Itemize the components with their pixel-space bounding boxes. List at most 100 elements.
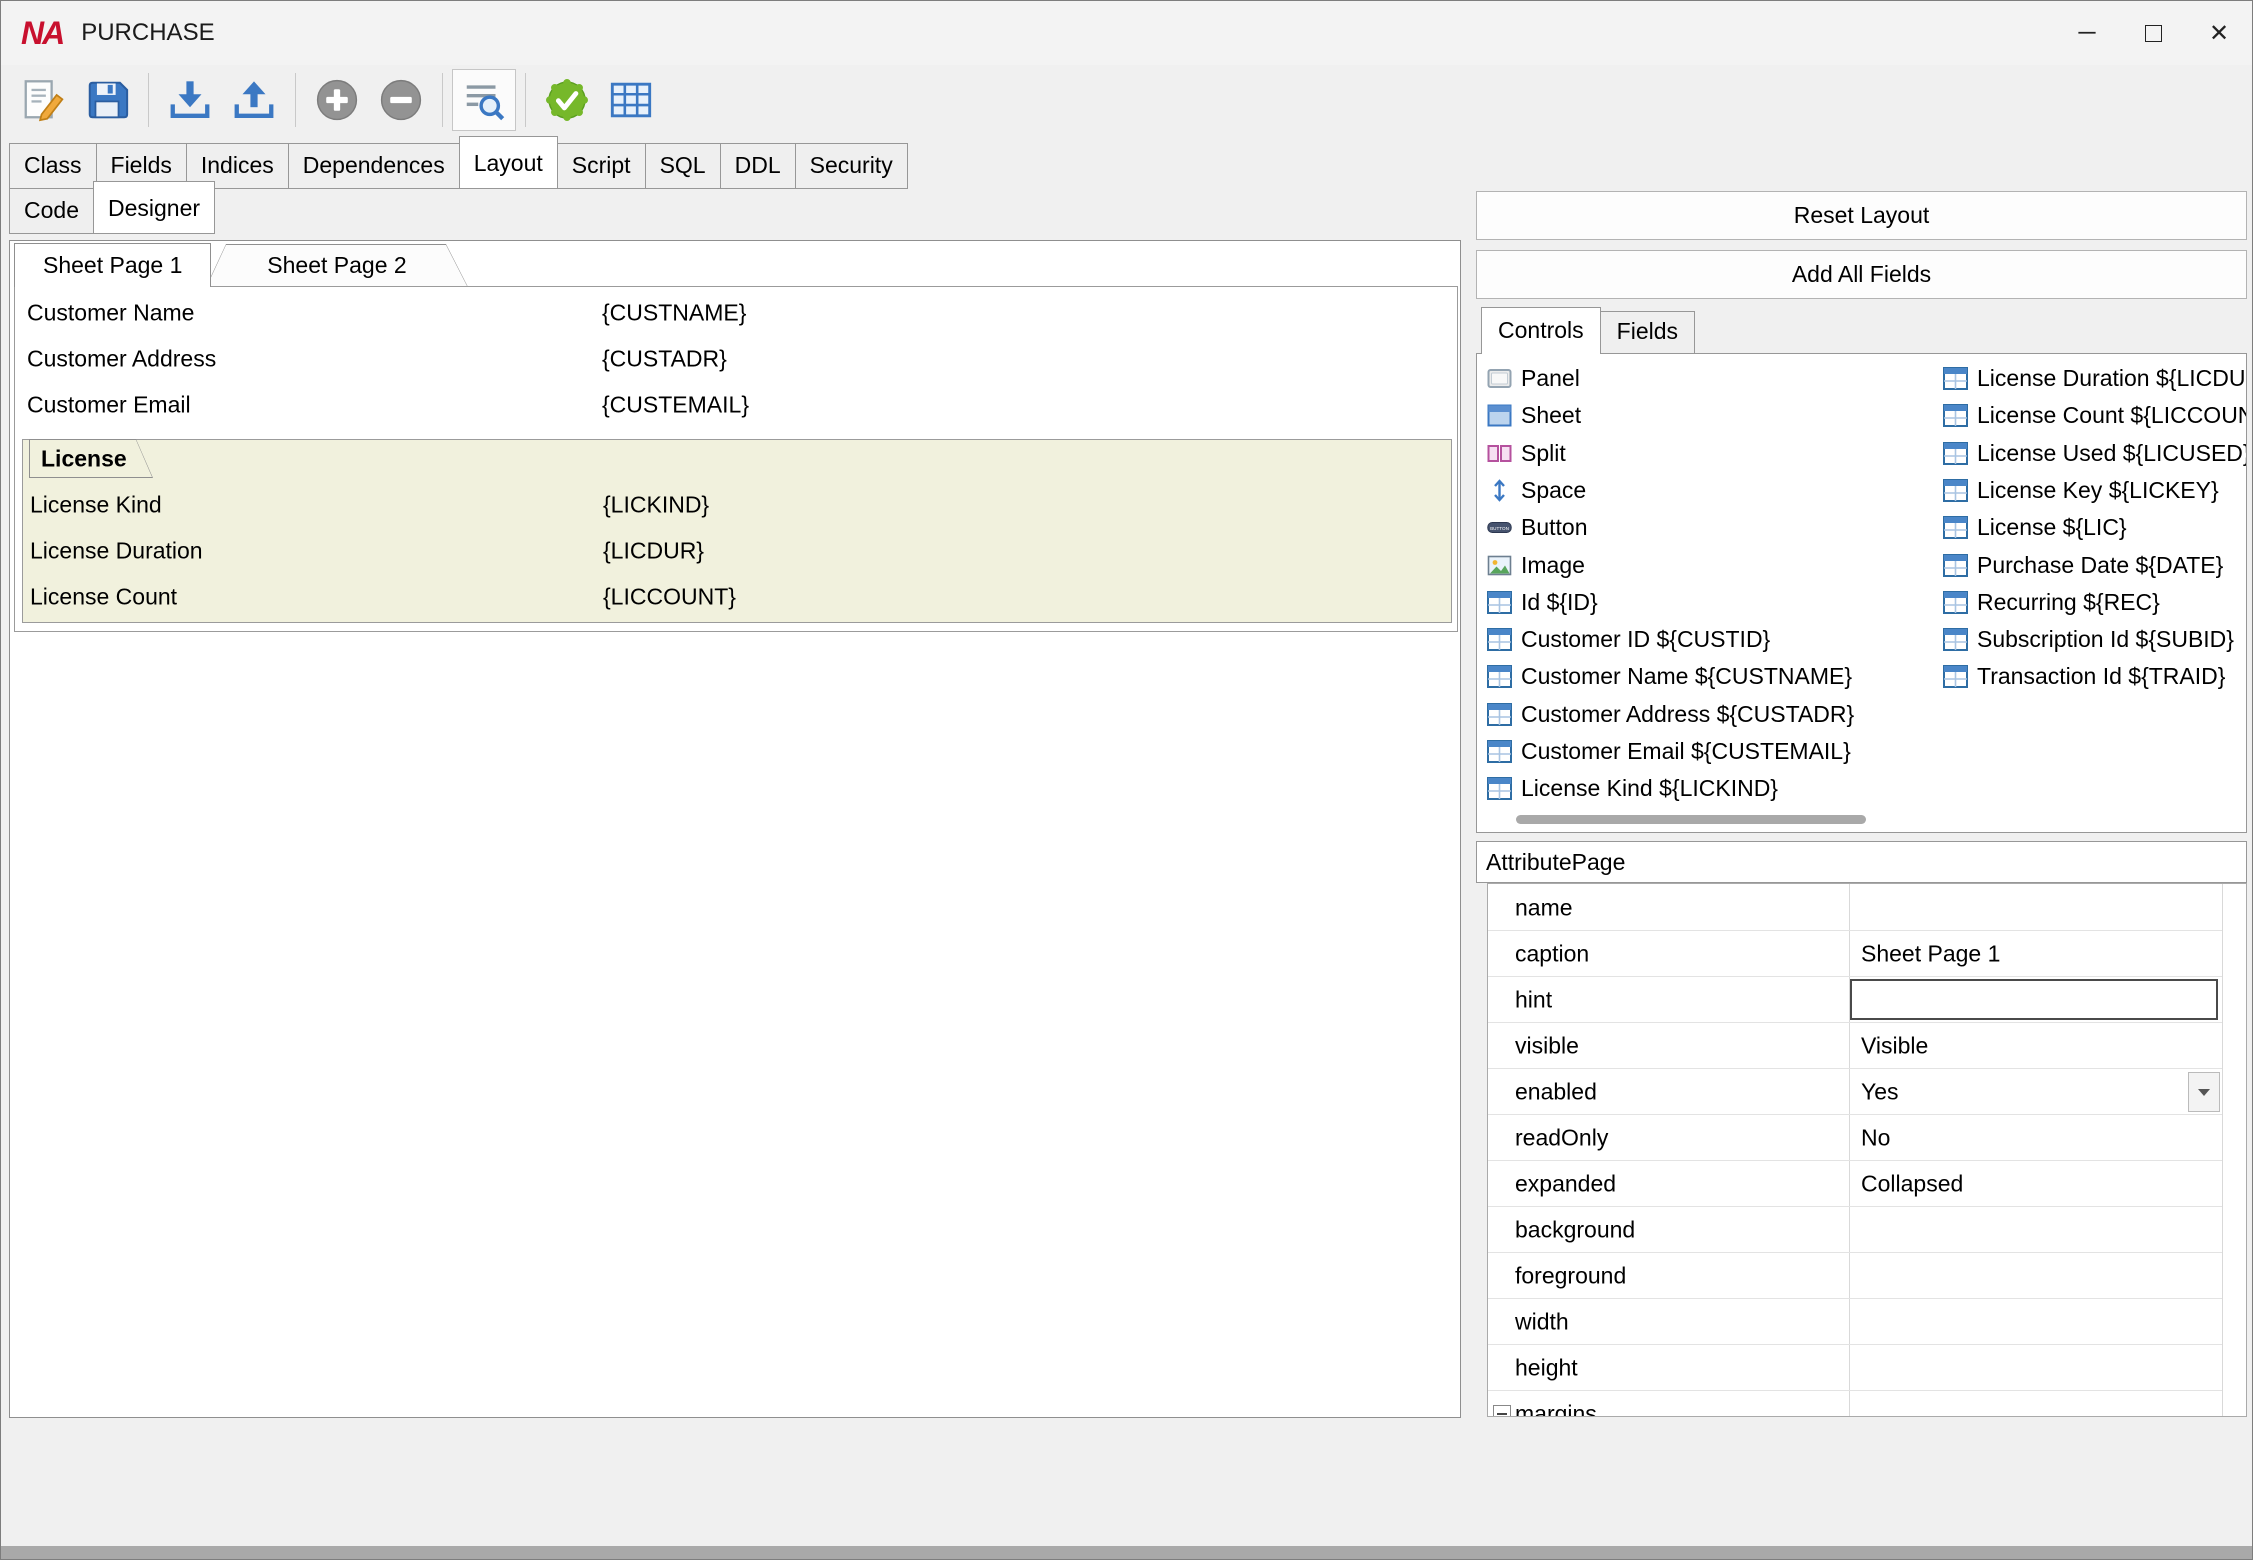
prop-value[interactable]: Visible bbox=[1861, 1032, 1928, 1059]
prop-row-background[interactable]: background bbox=[1488, 1207, 2222, 1253]
tab-script[interactable]: Script bbox=[557, 143, 646, 189]
field-customer-id[interactable]: Customer ID ${CUSTID} bbox=[1487, 621, 1770, 658]
designer-field-row[interactable]: License Kind {LICKIND} bbox=[23, 482, 1451, 528]
tab-code[interactable]: Code bbox=[9, 188, 94, 234]
controls-horizontal-scrollbar[interactable] bbox=[1516, 815, 1866, 824]
toolbar-separator bbox=[525, 73, 526, 127]
control-image[interactable]: Image bbox=[1487, 547, 1585, 584]
prop-row-name[interactable]: name bbox=[1488, 885, 2222, 931]
prop-name: caption bbox=[1515, 940, 1589, 967]
panel-icon bbox=[1487, 367, 1512, 390]
field-license[interactable]: License ${LIC} bbox=[1943, 509, 2127, 546]
control-sheet[interactable]: Sheet bbox=[1487, 397, 1581, 434]
field-license-key[interactable]: License Key ${LICKEY} bbox=[1943, 472, 2219, 509]
designer-field-row[interactable]: License Duration {LICDUR} bbox=[23, 528, 1451, 574]
collapse-expander-icon[interactable] bbox=[1493, 1405, 1511, 1417]
field-placeholder: {CUSTADR} bbox=[602, 346, 727, 373]
hint-input[interactable] bbox=[1850, 979, 2218, 1020]
tab-class[interactable]: Class bbox=[9, 143, 97, 189]
field-license-used[interactable]: License Used ${LICUSED} bbox=[1943, 435, 2247, 472]
attribute-grid: name caption Sheet Page 1 hint visible V… bbox=[1487, 883, 2247, 1417]
add-button[interactable] bbox=[305, 69, 369, 131]
field-license-count[interactable]: License Count ${LICCOUNT} bbox=[1943, 397, 2247, 434]
export-button[interactable] bbox=[222, 69, 286, 131]
field-table-icon bbox=[1943, 628, 1968, 651]
tab-security[interactable]: Security bbox=[795, 143, 908, 189]
prop-row-hint[interactable]: hint bbox=[1488, 977, 2222, 1023]
tab-dependences[interactable]: Dependences bbox=[288, 143, 460, 189]
prop-row-width[interactable]: width bbox=[1488, 1299, 2222, 1345]
control-space[interactable]: Space bbox=[1487, 472, 1586, 509]
field-table-icon bbox=[1943, 367, 1968, 390]
control-split[interactable]: Split bbox=[1487, 435, 1566, 472]
reset-layout-label: Reset Layout bbox=[1794, 202, 1930, 229]
maximize-button[interactable] bbox=[2120, 1, 2186, 65]
field-customer-name[interactable]: Customer Name ${CUSTNAME} bbox=[1487, 658, 1852, 695]
save-button[interactable] bbox=[75, 69, 139, 131]
prop-name: readOnly bbox=[1515, 1124, 1608, 1151]
import-button[interactable] bbox=[158, 69, 222, 131]
tab-designer[interactable]: Designer bbox=[93, 181, 215, 234]
control-label: Recurring ${REC} bbox=[1977, 589, 2160, 616]
control-label: Customer Address ${CUSTADR} bbox=[1521, 701, 1854, 728]
remove-button[interactable] bbox=[369, 69, 433, 131]
field-recurring[interactable]: Recurring ${REC} bbox=[1943, 584, 2160, 621]
tab-sql[interactable]: SQL bbox=[645, 143, 721, 189]
designer-field-row[interactable]: License Count {LICCOUNT} bbox=[23, 574, 1451, 620]
tab-layout[interactable]: Layout bbox=[459, 136, 558, 189]
prop-row-height[interactable]: height bbox=[1488, 1345, 2222, 1391]
prop-row-enabled[interactable]: enabled Yes bbox=[1488, 1069, 2222, 1115]
designer-field-row[interactable]: Customer Address {CUSTADR} bbox=[15, 336, 1457, 382]
tab-ddl[interactable]: DDL bbox=[720, 143, 796, 189]
maximize-icon bbox=[2145, 25, 2162, 42]
sheet-tab-page2[interactable]: Sheet Page 2 bbox=[206, 244, 468, 287]
prop-row-expanded[interactable]: expanded Collapsed bbox=[1488, 1161, 2222, 1207]
field-license-kind[interactable]: License Kind ${LICKIND} bbox=[1487, 770, 1778, 807]
sheet-tab-page1[interactable]: Sheet Page 1 bbox=[14, 243, 211, 287]
designer-field-row[interactable]: Customer Name {CUSTNAME} bbox=[15, 290, 1457, 336]
control-label: Customer Name ${CUSTNAME} bbox=[1521, 663, 1852, 690]
designer-field-row[interactable]: Customer Email {CUSTEMAIL} bbox=[15, 382, 1457, 428]
validate-button[interactable] bbox=[535, 69, 599, 131]
field-label: Customer Email bbox=[27, 392, 191, 419]
control-label: Subscription Id ${SUBID} bbox=[1977, 626, 2234, 653]
controls-list: Panel Sheet Split Space Button Image Id … bbox=[1476, 353, 2247, 833]
prop-value[interactable]: No bbox=[1861, 1124, 1890, 1151]
edit-script-button[interactable] bbox=[11, 69, 75, 131]
prop-row-caption[interactable]: caption Sheet Page 1 bbox=[1488, 931, 2222, 977]
table-button[interactable] bbox=[599, 69, 663, 131]
control-label: License ${LIC} bbox=[1977, 514, 2127, 541]
tab-controls[interactable]: Controls bbox=[1481, 307, 1601, 354]
field-transaction-id[interactable]: Transaction Id ${TRAID} bbox=[1943, 658, 2225, 695]
preview-button[interactable] bbox=[452, 69, 516, 131]
reset-layout-button[interactable]: Reset Layout bbox=[1476, 191, 2247, 240]
control-panel[interactable]: Panel bbox=[1487, 360, 1580, 397]
control-button[interactable]: Button bbox=[1487, 509, 1588, 546]
field-purchase-date[interactable]: Purchase Date ${DATE} bbox=[1943, 547, 2223, 584]
tab-palette-fields[interactable]: Fields bbox=[1600, 311, 1695, 354]
toolbar bbox=[1, 65, 2252, 135]
prop-value[interactable]: Collapsed bbox=[1861, 1170, 1963, 1197]
prop-row-margins[interactable]: margins bbox=[1488, 1391, 2222, 1417]
field-license-duration[interactable]: License Duration ${LICDUR} bbox=[1943, 360, 2247, 397]
prop-name: hint bbox=[1515, 986, 1552, 1013]
grid-right-edge bbox=[2222, 884, 2223, 1416]
find-preview-icon bbox=[461, 77, 507, 123]
prop-value[interactable]: Sheet Page 1 bbox=[1861, 940, 2000, 967]
prop-row-foreground[interactable]: foreground bbox=[1488, 1253, 2222, 1299]
add-all-fields-button[interactable]: Add All Fields bbox=[1476, 250, 2247, 299]
minimize-button[interactable]: ─ bbox=[2054, 1, 2120, 65]
field-table-icon bbox=[1943, 516, 1968, 539]
field-customer-email[interactable]: Customer Email ${CUSTEMAIL} bbox=[1487, 733, 1851, 770]
field-id[interactable]: Id ${ID} bbox=[1487, 584, 1598, 621]
license-group-panel[interactable]: License License Kind {LICKIND} License D… bbox=[22, 439, 1452, 623]
minimize-icon: ─ bbox=[2078, 19, 2095, 47]
prop-row-visible[interactable]: visible Visible bbox=[1488, 1023, 2222, 1069]
prop-row-readonly[interactable]: readOnly No bbox=[1488, 1115, 2222, 1161]
plus-circle-icon bbox=[314, 77, 360, 123]
prop-value[interactable]: Yes bbox=[1861, 1078, 1899, 1105]
close-button[interactable]: ✕ bbox=[2186, 1, 2252, 65]
enabled-dropdown-button[interactable] bbox=[2188, 1072, 2220, 1112]
field-subscription-id[interactable]: Subscription Id ${SUBID} bbox=[1943, 621, 2234, 658]
field-customer-address[interactable]: Customer Address ${CUSTADR} bbox=[1487, 696, 1854, 733]
